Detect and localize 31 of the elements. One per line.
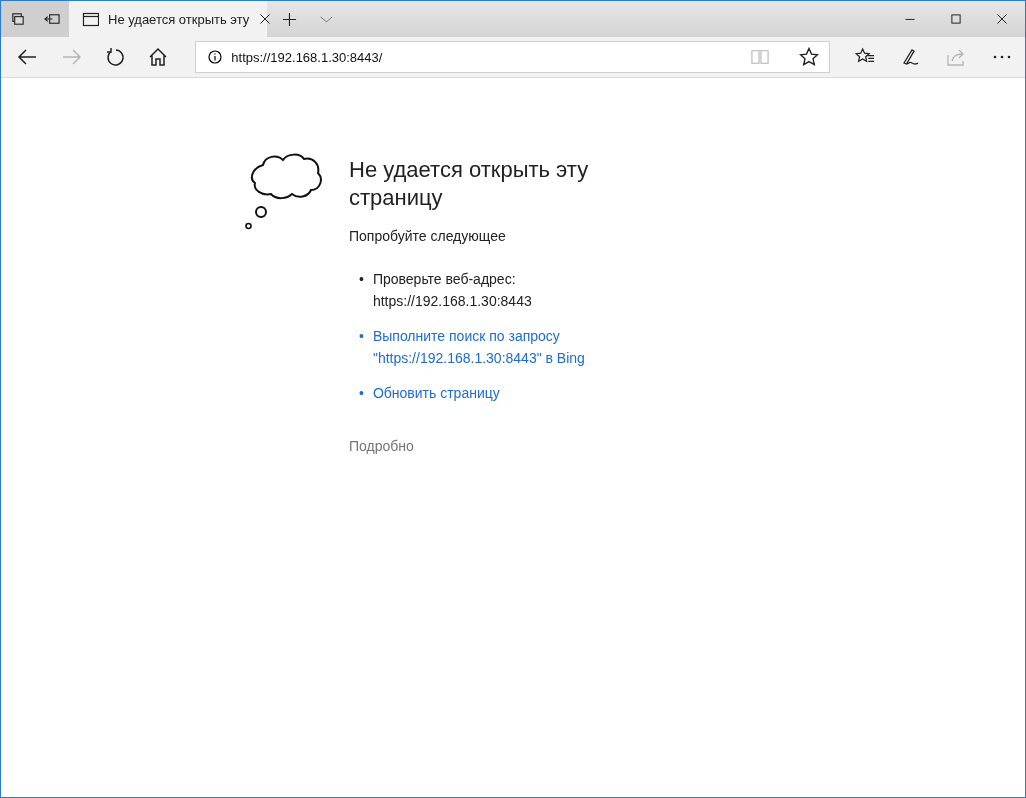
browser-tab[interactable]: Не удается открыть эту [69,1,267,37]
tab-arrow-icon [44,11,60,27]
tabs-icon [10,11,26,27]
address-bar[interactable]: https://192.168.1.30:8443/ [195,41,830,73]
plus-icon [281,11,297,27]
share-icon [946,47,967,67]
more-icon [992,55,1013,59]
bullet: • [359,327,364,346]
refresh-icon [104,47,125,67]
bullet: • [359,384,364,403]
bullet: • [359,270,364,289]
tab-title: Не удается открыть эту [108,11,250,27]
star-icon [798,47,819,67]
close-icon [995,12,1009,26]
tab-arrow-button[interactable] [35,1,69,37]
home-icon [148,47,169,67]
maximize-icon [949,12,963,26]
suggestion-link[interactable]: Выполните поиск по запросу "https://192.168.1.30:8443" в Bing [372,325,585,369]
url-text: https://192.168.1.30:8443/ [231,49,384,65]
close-icon [258,12,273,26]
info-icon [208,50,223,64]
suggestion-text: Проверьте веб-адрес: https://192.168.1.30:8443 [372,270,532,311]
error-heading: Не удается открыть эту страницу [349,156,590,212]
suggestions-heading: Попробуйте следующее [349,228,507,244]
forward-arrow-icon [60,47,81,67]
tabs-button[interactable] [1,1,35,37]
back-arrow-icon [16,47,37,67]
page-icon [82,10,99,28]
details-link[interactable]: Подробно [349,438,649,454]
suggestion-link[interactable]: Обновить страницу [372,382,500,404]
book-icon [750,48,769,66]
